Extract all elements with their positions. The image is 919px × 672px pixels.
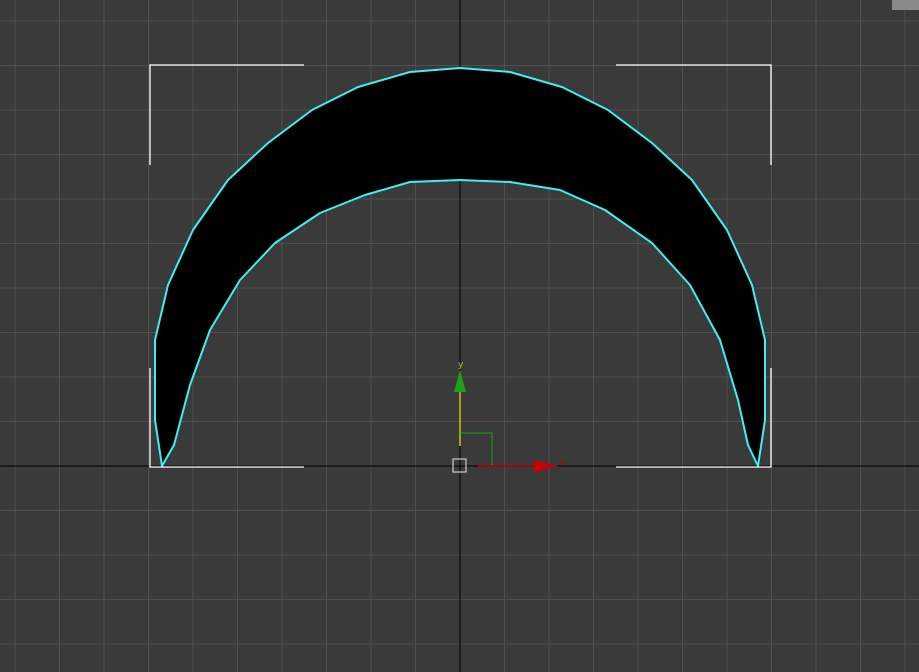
viewport-corner-tab[interactable] [892, 0, 919, 10]
gizmo-y-label: y [458, 360, 464, 370]
gizmo-x-label: x [560, 458, 566, 468]
viewport-canvas[interactable]: y x [0, 0, 919, 672]
gizmo-x-arrow[interactable] [534, 460, 558, 472]
scene-svg[interactable]: y x [0, 0, 919, 672]
gizmo-plane-handle-y[interactable] [460, 432, 493, 466]
gizmo-y-arrow[interactable] [454, 370, 466, 392]
